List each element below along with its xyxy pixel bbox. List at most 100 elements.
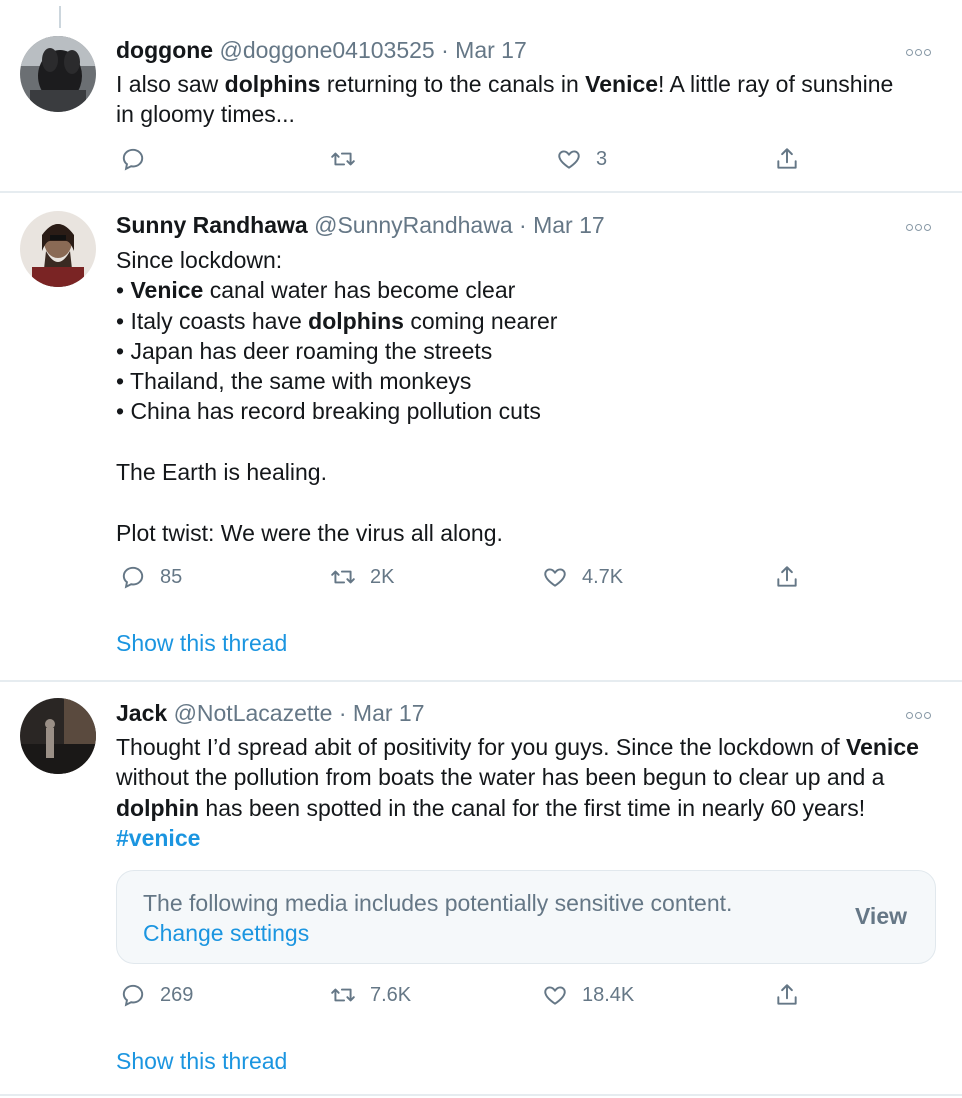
- reply-button[interactable]: 85: [120, 564, 182, 590]
- text-segment: Thought I’d spread abit of positivity fo…: [116, 734, 847, 760]
- reply-icon: [122, 566, 144, 589]
- text-segment: coming nearer: [403, 307, 558, 334]
- text-segment: Since lockdown:: [116, 247, 283, 273]
- retweet-icon: [331, 988, 355, 1002]
- like-icon: [544, 568, 566, 587]
- text-line: [116, 427, 916, 457]
- bold-keyword: Venice: [585, 71, 659, 97]
- display-name[interactable]: Jack: [116, 700, 167, 726]
- text-line: • Venice canal water has become clear: [116, 275, 916, 305]
- text-segment: returning to the canals in: [320, 71, 586, 97]
- tweet-header: doggone @doggone04103525 · Mar 17: [116, 35, 527, 65]
- text-segment: The Earth is healing.: [116, 459, 327, 486]
- text-line: • China has record breaking pollution cu…: [116, 396, 916, 426]
- sensitive-message: The following media includes potentially…: [143, 888, 833, 948]
- bold-keyword: dolphin: [116, 794, 200, 821]
- tweet-header: Jack @NotLacazette · Mar 17: [116, 698, 425, 728]
- retweet-icon: [331, 152, 355, 166]
- display-name[interactable]: doggone: [116, 37, 213, 63]
- share-button[interactable]: [774, 564, 800, 590]
- retweet-button[interactable]: 7.6K: [330, 982, 411, 1008]
- reply-count: 269: [160, 983, 194, 1006]
- avatar[interactable]: [20, 698, 96, 774]
- more-icon[interactable]: [906, 708, 936, 722]
- text-segment: • Japan has deer roaming the streets: [116, 337, 493, 364]
- text-segment: • China has record breaking pollution cu…: [116, 398, 541, 425]
- share-button[interactable]: [774, 146, 800, 172]
- retweet-button[interactable]: [330, 146, 370, 172]
- share-icon: [777, 984, 797, 1005]
- reply-count: 85: [160, 565, 183, 588]
- text-line: • Italy coasts have dolphins coming near…: [116, 306, 916, 336]
- thread-connector-line: [59, 6, 61, 28]
- tweet-date[interactable]: Mar 17: [533, 212, 605, 238]
- reply-button[interactable]: 269: [120, 982, 193, 1008]
- like-count: 4.7K: [582, 565, 624, 588]
- text-line: The Earth is healing.: [116, 457, 916, 487]
- share-icon: [777, 566, 797, 587]
- tweet-divider: [0, 191, 962, 193]
- sensitive-content-warning: The following media includes potentially…: [116, 870, 936, 964]
- retweet-icon: [331, 570, 355, 584]
- text-line: Plot twist: We were the virus all along.: [116, 518, 916, 548]
- bold-keyword: dolphins: [308, 307, 404, 334]
- more-icon[interactable]: [906, 45, 936, 59]
- text-line: [116, 487, 916, 517]
- tweet-date[interactable]: Mar 17: [455, 37, 527, 63]
- avatar[interactable]: [20, 36, 96, 112]
- retweet-count: 7.6K: [370, 983, 412, 1006]
- retweet-button[interactable]: 2K: [330, 564, 394, 590]
- text-segment: • Thailand, the same with monkeys: [116, 368, 472, 395]
- tweet-text: Thought I’d spread abit of positivity fo…: [116, 732, 926, 853]
- text-segment: I also saw: [116, 71, 225, 97]
- change-settings-link[interactable]: Change settings: [143, 918, 833, 948]
- separator-dot: ·: [338, 700, 347, 726]
- tweet-divider: [0, 1094, 962, 1096]
- like-count: 18.4K: [582, 983, 635, 1006]
- tweet-date[interactable]: Mar 17: [353, 700, 425, 726]
- text-segment: has been spotted in the canal for the fi…: [199, 794, 866, 821]
- hashtag-link[interactable]: #venice: [116, 825, 200, 851]
- bold-keyword: Venice: [846, 734, 919, 760]
- reply-icon: [122, 148, 144, 171]
- tweet-actions: 3: [116, 146, 816, 176]
- avatar[interactable]: [20, 211, 96, 287]
- sensitive-text: The following media includes potentially…: [143, 890, 733, 916]
- share-button[interactable]: [774, 982, 800, 1008]
- tweet-divider: [0, 680, 962, 682]
- bold-keyword: Venice: [130, 277, 204, 304]
- user-handle[interactable]: @SunnyRandhawa: [314, 212, 513, 238]
- user-handle[interactable]: @doggone04103525: [219, 37, 434, 63]
- text-segment: •: [116, 277, 131, 304]
- share-icon: [777, 148, 797, 169]
- like-button[interactable]: 4.7K: [542, 564, 623, 590]
- view-button[interactable]: View: [855, 903, 907, 930]
- separator-dot: ·: [441, 37, 449, 63]
- text-line: • Thailand, the same with monkeys: [116, 366, 916, 396]
- like-button[interactable]: 3: [556, 146, 607, 172]
- display-name[interactable]: Sunny Randhawa: [116, 212, 308, 238]
- user-handle[interactable]: @NotLacazette: [174, 700, 333, 726]
- text-segment: Plot twist: We were the virus all along.: [116, 519, 503, 546]
- tweet-text: Since lockdown: • Venice canal water has …: [116, 245, 916, 548]
- bold-keyword: dolphins: [224, 71, 321, 97]
- tweet-actions: 85 2K 4.7K: [116, 564, 816, 594]
- text-line: Since lockdown:: [116, 245, 916, 275]
- retweet-count: 2K: [370, 565, 395, 588]
- separator-dot: ·: [519, 212, 527, 238]
- more-icon[interactable]: [906, 220, 936, 234]
- text-line: • Japan has deer roaming the streets: [116, 336, 916, 366]
- text-segment: without the pollution from boats the wat…: [116, 764, 885, 791]
- like-icon: [558, 150, 580, 169]
- show-thread-link[interactable]: Show this thread: [116, 1048, 287, 1075]
- text-segment: canal water has become clear: [203, 277, 516, 304]
- tweet-header: Sunny Randhawa @SunnyRandhawa · Mar 17: [116, 210, 605, 240]
- reply-icon: [122, 984, 144, 1007]
- like-icon: [544, 986, 566, 1005]
- tweet-actions: 269 7.6K 18.4K: [116, 982, 816, 1012]
- like-button[interactable]: 18.4K: [542, 982, 634, 1008]
- like-count: 3: [596, 147, 608, 170]
- show-thread-link[interactable]: Show this thread: [116, 630, 287, 657]
- text-segment: • Italy coasts have: [116, 307, 309, 334]
- reply-button[interactable]: [120, 146, 160, 172]
